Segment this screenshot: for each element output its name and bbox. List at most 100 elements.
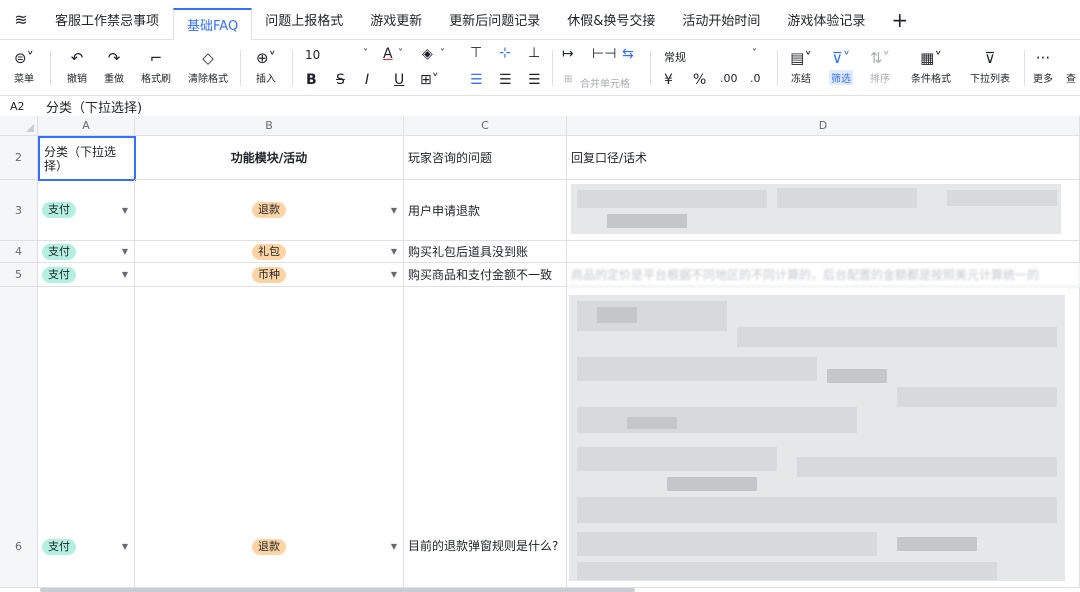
cell-reference[interactable]: A2 (0, 100, 38, 113)
cell-d4[interactable] (567, 241, 1080, 263)
dropdown-arrow-icon[interactable]: ▼ (391, 206, 397, 215)
filter-icon: ⊽˅ (831, 49, 851, 67)
chevron-down-icon[interactable]: ˅ (363, 48, 368, 59)
cell-d5[interactable]: 商品的定价是平台根据不同地区的不同计算的，后台配置的金额都是按照美元计算统一的 (567, 263, 1080, 287)
menu-icon: ⊜˅ (13, 49, 35, 67)
cell-c3[interactable]: 用户申请退款 (404, 180, 567, 241)
sort-button[interactable]: ⇅˅ 排序 (863, 48, 897, 85)
redo-button[interactable]: ↷ 重做 (97, 48, 131, 85)
currency-icon[interactable]: ¥ (664, 72, 673, 88)
dropdown-arrow-icon[interactable]: ▼ (391, 247, 397, 256)
chevron-down-icon[interactable]: ˅ (398, 48, 403, 59)
font-size-select[interactable]: 10 (305, 48, 320, 62)
merge-cells-label[interactable]: 合并单元格 (580, 75, 630, 90)
cell-b5[interactable]: 币种 ▼ (135, 263, 404, 287)
more-button[interactable]: ··· 更多 (1028, 48, 1058, 85)
cell-c4[interactable]: 购买礼包后道具没到账 (404, 241, 567, 263)
tab-6[interactable]: 活动开始时间 (669, 0, 774, 39)
conditional-format-button[interactable]: ▦˅ 条件格式 (903, 48, 959, 85)
insert-button[interactable]: ⊕˅ 插入 (246, 48, 286, 85)
row-header[interactable]: 2 (0, 136, 38, 180)
row-header[interactable]: 4 (0, 241, 38, 263)
merge-cells-icon[interactable]: ⊞ (564, 74, 572, 85)
cell-b6[interactable]: 退款 ▼ (135, 287, 404, 588)
dropdown-arrow-icon[interactable]: ▼ (122, 542, 128, 551)
strikethrough-icon[interactable]: S (336, 72, 345, 88)
cell-a4[interactable]: 支付 ▼ (38, 241, 135, 263)
cell-c6[interactable]: 目前的退款弹窗规则是什么? (404, 287, 567, 588)
dropdown-list-button[interactable]: ⊽ 下拉列表 (962, 48, 1018, 85)
border-icon[interactable]: ⊞˅ (420, 72, 439, 88)
dropdown-arrow-icon[interactable]: ▼ (391, 542, 397, 551)
font-color-icon[interactable]: A (383, 46, 393, 62)
wrap-clip-icon[interactable]: ⊢⊣ (592, 46, 616, 62)
cell-d3[interactable] (567, 180, 1080, 241)
tab-2[interactable]: 问题上报格式 (252, 0, 357, 39)
align-left-icon[interactable]: ☰ (470, 72, 483, 88)
cell-d2[interactable]: 回复口径/话术 (567, 136, 1080, 180)
divider (50, 50, 51, 86)
tab-7[interactable]: 游戏体验记录 (774, 0, 879, 39)
percent-icon[interactable]: % (693, 72, 706, 88)
align-right-icon[interactable]: ☰ (528, 72, 541, 88)
cell-b4[interactable]: 礼包 ▼ (135, 241, 404, 263)
tab-3[interactable]: 游戏更新 (357, 0, 436, 39)
bold-icon[interactable]: B (306, 72, 317, 88)
column-header-d[interactable]: D (567, 116, 1080, 136)
decimal-increase-icon[interactable]: .00 (720, 72, 738, 85)
column-header-a[interactable]: A (38, 116, 135, 136)
menu-button[interactable]: ⊜˅ 菜单 (4, 48, 44, 85)
column-header-b[interactable]: B (135, 116, 404, 136)
cell-a2[interactable]: 分类（下拉选择） (38, 136, 136, 181)
underline-icon[interactable]: U (394, 72, 404, 88)
tab-4[interactable]: 更新后问题记录 (436, 0, 554, 39)
formula-input[interactable]: 分类（下拉选择) (38, 97, 142, 116)
align-top-icon[interactable]: ⊤ (470, 45, 482, 61)
filter-button[interactable]: ⊽˅ 筛选 (823, 48, 859, 85)
decimal-decrease-icon[interactable]: .0 (750, 72, 761, 85)
horizontal-scrollbar[interactable] (40, 588, 635, 592)
redacted-text (607, 214, 687, 228)
tab-0[interactable]: 客服工作禁忌事项 (42, 0, 173, 39)
italic-icon[interactable]: I (365, 72, 369, 88)
align-bottom-icon[interactable]: ⊥ (528, 45, 540, 61)
dropdown-arrow-icon[interactable]: ▼ (122, 247, 128, 256)
dropdown-arrow-icon[interactable]: ▼ (391, 270, 397, 279)
cell-a6[interactable]: 支付 ▼ (38, 287, 135, 588)
row-header[interactable]: 5 (0, 263, 38, 287)
add-sheet-icon[interactable]: + (879, 0, 920, 39)
toolbar: ⊜˅ 菜单 ↶ 撤销 ↷ 重做 ⌐ 格式刷 ◇ 清除格式 ⊕˅ 插入 10 ˅ … (0, 40, 1080, 96)
dropdown-arrow-icon[interactable]: ▼ (122, 270, 128, 279)
chevron-down-icon[interactable]: ˅ (440, 48, 445, 59)
undo-button[interactable]: ↶ 撤销 (60, 48, 94, 85)
align-center-icon[interactable]: ☰ (499, 72, 512, 88)
tab-1[interactable]: 基础FAQ (173, 8, 253, 40)
fill-color-icon[interactable]: ◈ (422, 46, 433, 62)
category-chip: 支付 (42, 243, 76, 260)
redacted-text (737, 327, 1057, 347)
cell-a5[interactable]: 支付 ▼ (38, 263, 135, 287)
redacted-text (597, 307, 637, 323)
clear-format-button[interactable]: ◇ 清除格式 (182, 48, 234, 85)
cell-c2[interactable]: 玩家咨询的问题 (404, 136, 567, 180)
dropdown-arrow-icon[interactable]: ▼ (122, 206, 128, 215)
tab-5[interactable]: 休假&换号交接 (554, 0, 669, 39)
align-middle-icon[interactable]: ⊹ (499, 45, 511, 61)
select-all-corner[interactable] (0, 116, 38, 136)
cell-d6[interactable] (567, 287, 1080, 588)
chevron-down-icon[interactable]: ˅ (752, 48, 757, 59)
freeze-button[interactable]: ▤˅ 冻结 (784, 48, 818, 85)
cell-b2[interactable]: 功能模块/活动 (135, 136, 404, 180)
format-painter-button[interactable]: ⌐ 格式刷 (135, 48, 177, 85)
wrap-overflow-icon[interactable]: ↦ (562, 46, 574, 62)
wrap-text-icon[interactable]: ⇆ (622, 46, 634, 62)
row-header[interactable]: 6 (0, 287, 38, 588)
layers-icon[interactable]: ≋ (0, 0, 42, 39)
cell-a3[interactable]: 支付 ▼ (38, 180, 135, 241)
row-header[interactable]: 3 (0, 180, 38, 241)
cell-c5[interactable]: 购买商品和支付金额不一致 (404, 263, 567, 287)
number-format-select[interactable]: 常规 (664, 49, 686, 65)
column-header-c[interactable]: C (404, 116, 567, 136)
cell-b3[interactable]: 退款 ▼ (135, 180, 404, 241)
find-button[interactable]: 查 (1062, 48, 1080, 85)
